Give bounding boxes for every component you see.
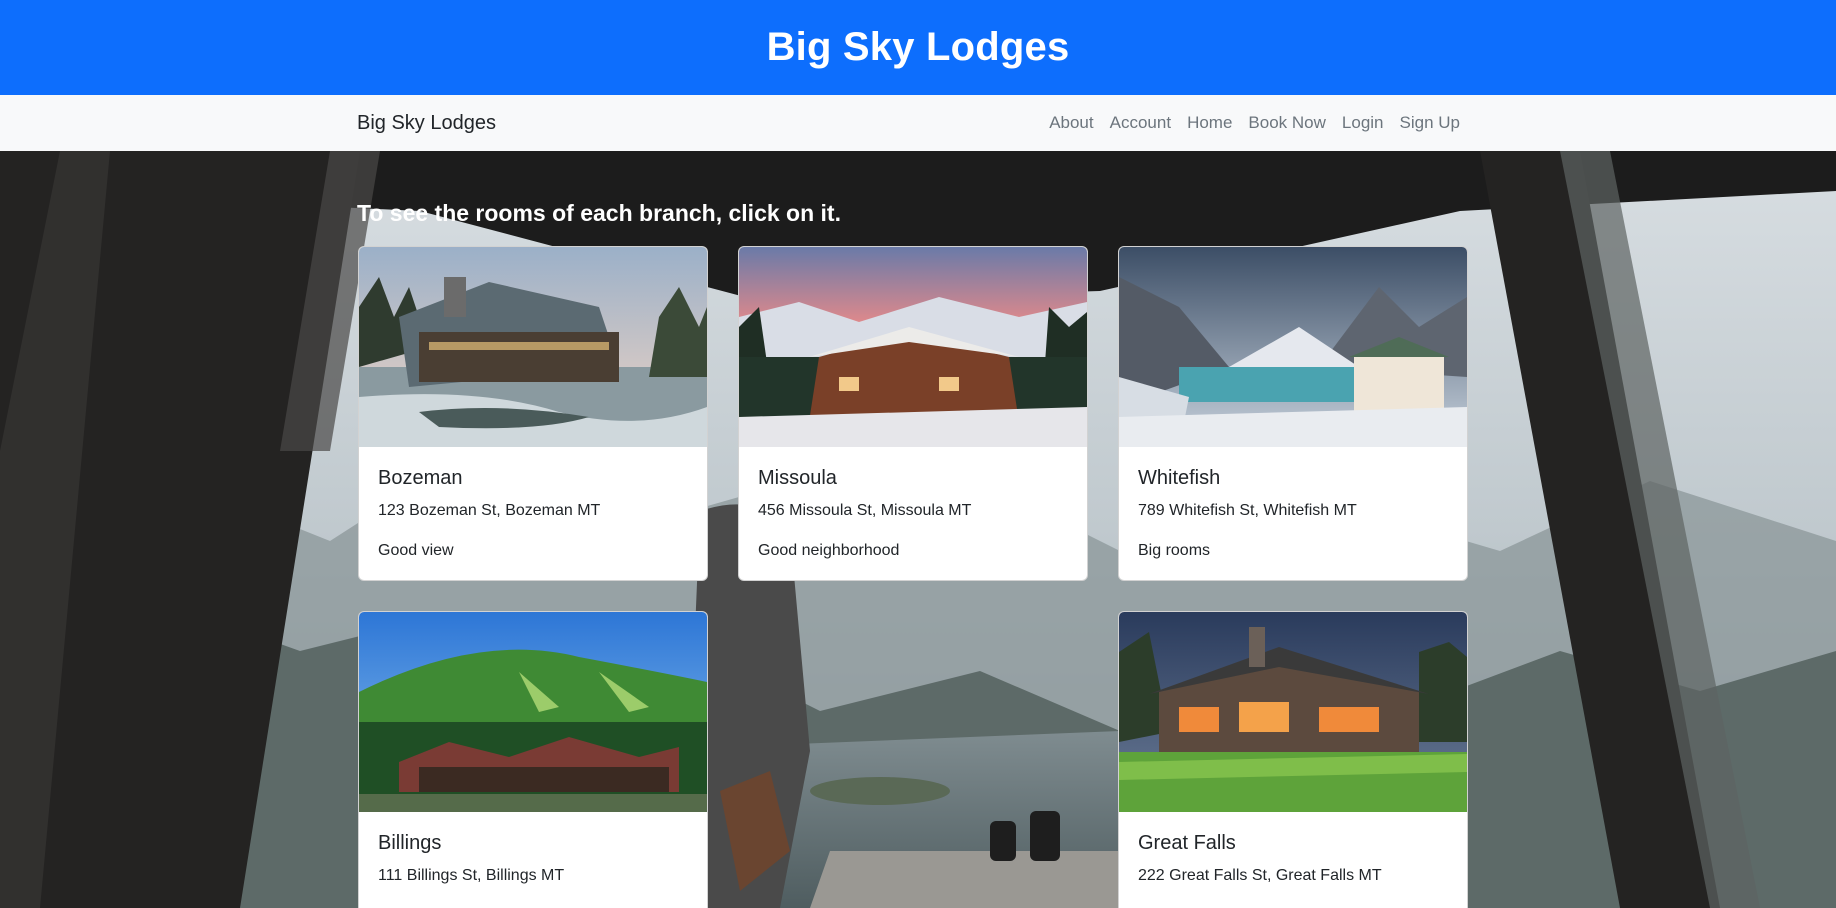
- nav-link-sign-up[interactable]: Sign Up: [1400, 113, 1460, 133]
- card-address: 111 Billings St, Billings MT: [378, 867, 565, 884]
- branch-card-great-falls[interactable]: Great Falls 222 Great Falls St, Great Fa…: [1118, 611, 1468, 908]
- card-address: 789 Whitefish St, Whitefish MT: [1138, 502, 1357, 519]
- nav-link-book-now[interactable]: Book Now: [1248, 113, 1325, 133]
- card-feature: Good view: [378, 542, 454, 559]
- intro-text: To see the rooms of each branch, click o…: [357, 200, 841, 226]
- nav-link-login[interactable]: Login: [1342, 113, 1384, 133]
- branch-card-billings[interactable]: Billings 111 Billings St, Billings MT: [358, 611, 708, 908]
- hero-section: To see the rooms of each branch, click o…: [0, 151, 1836, 908]
- navbar-brand[interactable]: Big Sky Lodges: [357, 95, 496, 151]
- card-feature: Good neighborhood: [758, 542, 900, 559]
- branch-card-missoula[interactable]: Missoula 456 Missoula St, Missoula MT Go…: [738, 246, 1088, 581]
- bozeman-lodge-image: [359, 247, 707, 447]
- card-title: Missoula: [758, 467, 837, 489]
- card-feature: Big rooms: [1138, 542, 1211, 559]
- site-banner: Big Sky Lodges: [0, 0, 1836, 95]
- nav-link-about[interactable]: About: [1049, 113, 1093, 133]
- branch-card-whitefish[interactable]: Whitefish 789 Whitefish St, Whitefish MT…: [1118, 246, 1468, 581]
- great-falls-lodge-image: [1119, 612, 1467, 812]
- nav-link-account[interactable]: Account: [1110, 113, 1171, 133]
- card-title: Billings: [378, 832, 442, 854]
- whitefish-lodge-image: [1119, 247, 1467, 447]
- card-address: 123 Bozeman St, Bozeman MT: [378, 502, 601, 519]
- card-title: Whitefish: [1138, 467, 1221, 489]
- card-title: Bozeman: [378, 467, 463, 489]
- card-title: Great Falls: [1138, 832, 1236, 854]
- card-address: 222 Great Falls St, Great Falls MT: [1138, 867, 1382, 884]
- billings-lodge-image: [359, 612, 707, 812]
- nav-links: About Account Home Book Now Login Sign U…: [1033, 95, 1460, 151]
- banner-title: Big Sky Lodges: [766, 25, 1070, 69]
- navbar: Big Sky Lodges About Account Home Book N…: [0, 95, 1836, 151]
- missoula-lodge-image: [739, 247, 1087, 447]
- nav-link-home[interactable]: Home: [1187, 113, 1232, 133]
- card-address: 456 Missoula St, Missoula MT: [758, 502, 972, 519]
- branch-card-bozeman[interactable]: Bozeman 123 Bozeman St, Bozeman MT Good …: [358, 246, 708, 581]
